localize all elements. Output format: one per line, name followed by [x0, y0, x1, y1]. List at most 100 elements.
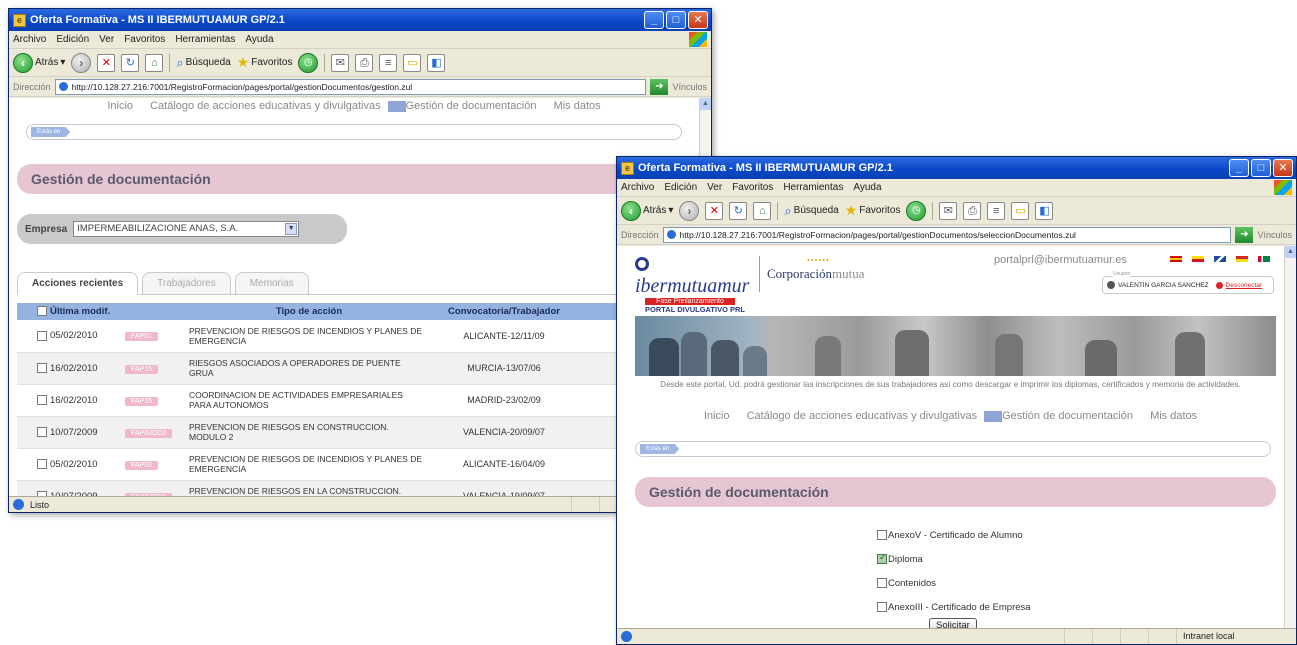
table-row[interactable]: 05/02/2010 FAP01 PREVENCION DE RIESGOS DE … — [17, 320, 697, 353]
stop-icon[interactable]: ✕ — [97, 53, 116, 72]
edit-icon[interactable]: ≡ — [987, 201, 1006, 220]
links-label[interactable]: Vínculos — [672, 82, 707, 92]
nav-mis-datos[interactable]: Mis datos — [554, 100, 601, 112]
forward-button[interactable]: › — [71, 52, 92, 73]
row-checkbox[interactable] — [37, 458, 47, 469]
column-header-tipo[interactable]: Tipo de acción — [189, 303, 429, 320]
option-checkbox[interactable] — [877, 530, 887, 540]
row-checkbox[interactable] — [37, 330, 47, 341]
favorites-button[interactable]: ★ Favoritos — [237, 54, 293, 71]
go-button[interactable]: ➜ — [650, 78, 669, 95]
folder-icon[interactable]: ▭ — [403, 53, 422, 72]
window-titlebar[interactable]: e Oferta Formativa - MS II IBERMUTUAMUR … — [617, 157, 1296, 179]
menu-favoritos[interactable]: Favoritos — [124, 34, 165, 45]
search-button[interactable]: ⌕ Búsqueda — [784, 203, 838, 219]
print-icon[interactable]: ⎙ — [355, 53, 374, 72]
history-icon[interactable]: ◷ — [906, 200, 927, 221]
scroll-up-icon[interactable]: ▲ — [1285, 246, 1296, 258]
option-checkbox[interactable] — [877, 602, 887, 612]
menu-ayuda[interactable]: Ayuda — [853, 182, 881, 193]
forward-button[interactable]: › — [679, 200, 700, 221]
table-row[interactable]: 16/02/2010 FAP15 RIESGOS ASOCIADOS A OPERA… — [17, 352, 697, 385]
option-checkbox[interactable] — [877, 552, 887, 564]
table-row[interactable]: 16/02/2010 FAP15 COORDINACION DE ACTIVIDAD… — [17, 384, 697, 417]
flag-es-icon[interactable] — [1170, 256, 1182, 262]
nav-gestion[interactable]: Gestión de documentación — [1002, 410, 1133, 422]
menu-ayuda[interactable]: Ayuda — [245, 34, 273, 45]
links-label[interactable]: Vínculos — [1257, 230, 1292, 240]
maximize-button[interactable]: □ — [1251, 159, 1271, 177]
vertical-scrollbar[interactable]: ▲ — [1284, 246, 1296, 629]
logout-link[interactable]: Desconectar — [1226, 282, 1263, 289]
portal-email[interactable]: portalprl@ibermutuamur.es — [994, 254, 1127, 266]
favorites-button[interactable]: ★ Favoritos — [845, 202, 901, 219]
nav-catalogo[interactable]: Catálogo de acciones educativas y divulg… — [150, 100, 381, 112]
row-checkbox[interactable] — [37, 362, 47, 373]
row-checkbox[interactable] — [37, 394, 47, 405]
messenger-icon[interactable]: ◧ — [1035, 201, 1054, 220]
stop-icon[interactable]: ✕ — [705, 201, 724, 220]
go-button[interactable]: ➜ — [1235, 226, 1254, 243]
document-option[interactable]: Contenidos — [877, 571, 1284, 595]
tab-acciones-recientes[interactable]: Acciones recientes — [17, 272, 139, 295]
close-button[interactable]: ✕ — [688, 11, 708, 29]
empresa-select[interactable]: IMPERMEABILIZACIONE ANAS, S.A. ▼ — [73, 221, 300, 237]
maximize-button[interactable]: □ — [666, 11, 686, 29]
option-checkbox[interactable] — [877, 578, 887, 588]
close-button[interactable]: ✕ — [1273, 159, 1293, 177]
flag-eu-icon[interactable] — [1236, 256, 1248, 262]
menu-ver[interactable]: Ver — [707, 182, 722, 193]
column-header-fecha[interactable]: Última modif. — [17, 303, 125, 320]
refresh-icon[interactable]: ↻ — [121, 53, 140, 72]
mail-icon[interactable]: ✉ — [939, 201, 958, 220]
scroll-up-icon[interactable]: ▲ — [700, 98, 711, 110]
minimize-button[interactable]: _ — [644, 11, 664, 29]
messenger-icon[interactable]: ◧ — [427, 53, 446, 72]
document-option[interactable]: Diploma — [877, 547, 1284, 571]
chevron-down-icon[interactable]: ▼ — [285, 223, 298, 235]
address-input[interactable]: http://10.128.27.216:7001/RegistroFormac… — [54, 78, 647, 95]
tab-trabajadores[interactable]: Trabajadores — [142, 272, 231, 294]
edit-icon[interactable]: ≡ — [379, 53, 398, 72]
table-row[interactable]: 10/07/2009FAP/MOD1PREVENCION DE RIESGOS … — [17, 480, 697, 497]
history-icon[interactable]: ◷ — [298, 52, 319, 73]
menu-herramientas[interactable]: Herramientas — [783, 182, 843, 193]
tab-memorias[interactable]: Memorias — [234, 272, 309, 294]
refresh-icon[interactable]: ↻ — [729, 201, 748, 220]
menu-edicion[interactable]: Edición — [664, 182, 697, 193]
mail-icon[interactable]: ✉ — [331, 53, 350, 72]
menu-archivo[interactable]: Archivo — [621, 182, 654, 193]
menu-ver[interactable]: Ver — [99, 34, 114, 45]
flag-ca-icon[interactable] — [1192, 256, 1204, 262]
flag-gl-icon[interactable] — [1214, 256, 1226, 262]
logout-icon[interactable] — [1215, 281, 1223, 289]
menu-herramientas[interactable]: Herramientas — [175, 34, 235, 45]
nav-catalogo[interactable]: Catálogo de acciones educativas y divulg… — [747, 410, 978, 422]
menu-edicion[interactable]: Edición — [56, 34, 89, 45]
nav-gestion[interactable]: Gestión de documentación — [406, 100, 537, 112]
row-checkbox[interactable] — [37, 426, 47, 437]
search-button[interactable]: ⌕ Búsqueda — [176, 55, 230, 71]
select-all-checkbox[interactable] — [37, 306, 47, 317]
menu-archivo[interactable]: Archivo — [13, 34, 46, 45]
back-button[interactable]: ‹ Atrás ▾ — [621, 200, 673, 221]
nav-inicio[interactable]: Inicio — [107, 100, 133, 112]
menu-favoritos[interactable]: Favoritos — [732, 182, 773, 193]
document-option[interactable]: AnexoIII - Certificado de Empresa — [877, 595, 1284, 619]
nav-mis-datos[interactable]: Mis datos — [1150, 410, 1197, 422]
folder-icon[interactable]: ▭ — [1011, 201, 1030, 220]
document-option[interactable]: AnexoV - Certificado de Alumno — [877, 523, 1284, 547]
back-button[interactable]: ‹ Atrás ▾ — [13, 52, 65, 73]
minimize-button[interactable]: _ — [1229, 159, 1249, 177]
home-icon[interactable]: ⌂ — [753, 201, 772, 220]
nav-inicio[interactable]: Inicio — [704, 410, 730, 422]
table-row[interactable]: 05/02/2010 FAP01 PREVENCION DE RIESGOS DE … — [17, 448, 697, 481]
home-icon[interactable]: ⌂ — [145, 53, 164, 72]
ibermutuamur-logo[interactable]: ibermutuamur Fase Preilanzamiento PORTAL… — [635, 252, 753, 314]
window-titlebar[interactable]: e Oferta Formativa - MS II IBERMUTUAMUR … — [9, 9, 711, 31]
column-header-convocatoria[interactable]: Convocatoria/Trabajador — [429, 303, 579, 320]
table-row[interactable]: 10/07/2009 FAP/MOD2 PREVENCION DE RIESGOS … — [17, 416, 697, 449]
print-icon[interactable]: ⎙ — [963, 201, 982, 220]
address-input[interactable]: http://10.128.27.216:7001/RegistroFormac… — [662, 226, 1232, 243]
flag-eus-icon[interactable] — [1258, 256, 1270, 262]
